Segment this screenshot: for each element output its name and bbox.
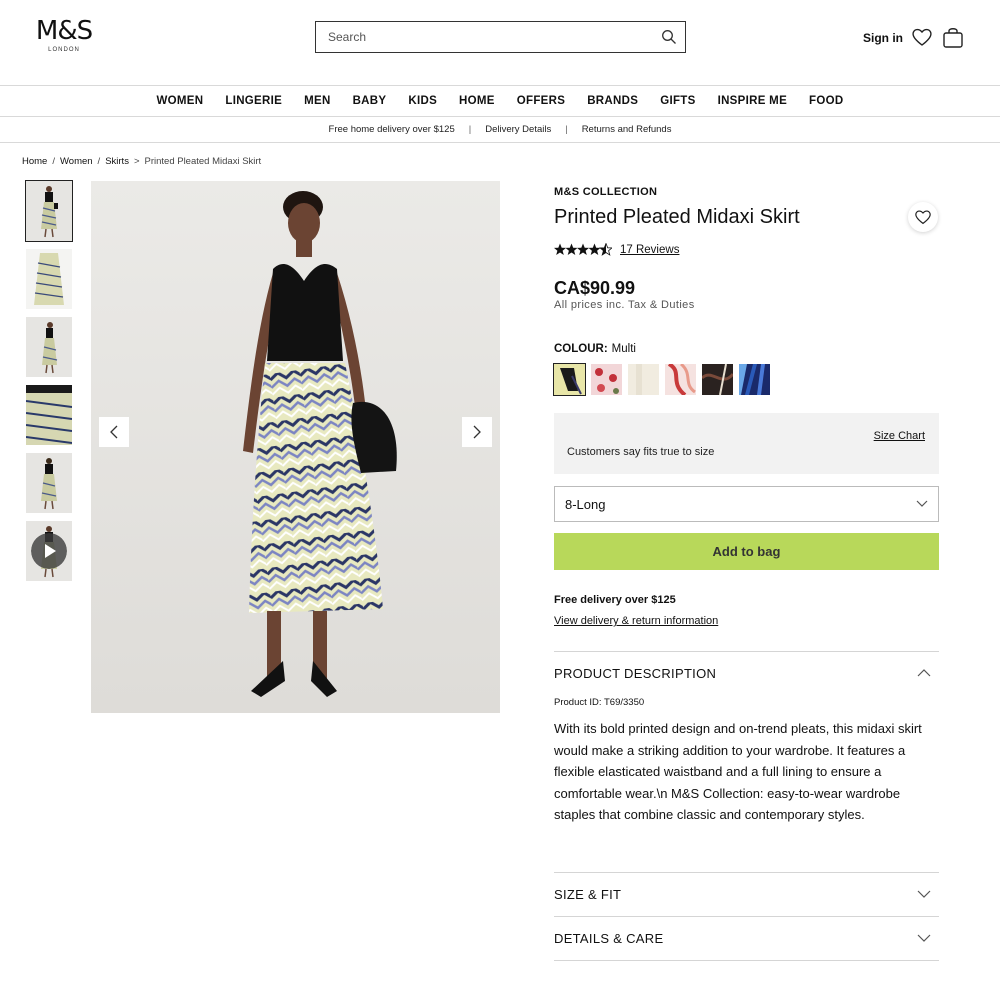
fit-text: Customers say fits true to size [567,446,715,458]
accordion-title-description: PRODUCT DESCRIPTION [554,666,717,681]
breadcrumb-separator: / [97,156,101,167]
colour-value: Multi [611,343,636,355]
colour-label: COLOUR: Multi [554,343,636,355]
free-delivery-text: Free delivery over $125 [554,594,676,606]
nav-gifts[interactable]: GIFTS [660,95,695,107]
nav-lingerie[interactable]: LINGERIE [225,95,282,107]
view-delivery-link[interactable]: View delivery & return information [554,615,718,627]
chevron-up-icon [917,669,931,677]
product-photo [91,181,500,713]
promo-free-delivery: Free home delivery over $125 [328,124,455,135]
search-input[interactable] [328,30,648,44]
nav-baby[interactable]: BABY [353,95,387,107]
logo-subtext: LONDON [48,47,80,53]
size-select-value: 8-Long [565,497,606,512]
main-product-image[interactable] [91,181,500,713]
chevron-down-icon [917,890,931,898]
colour-label-title: COLOUR: [554,343,608,355]
product-price: CA$90.99 [554,278,636,298]
promo-separator: | [565,124,568,135]
breadcrumb-skirts[interactable]: Skirts [105,156,129,167]
main-nav: WOMEN LINGERIE MEN BABY KIDS HOME OFFERS… [0,86,1000,117]
reviews-link[interactable]: 17 Reviews [620,244,679,256]
promo-bar: Free home delivery over $125 | Delivery … [0,117,1000,143]
accordion-header-description[interactable]: PRODUCT DESCRIPTION [554,652,939,695]
accordion-title-details-care: DETAILS & CARE [554,931,664,946]
product-brand[interactable]: M&S COLLECTION [554,186,657,198]
swatch-black-brown[interactable] [702,364,733,395]
nav-home[interactable]: HOME [459,95,495,107]
promo-returns[interactable]: Returns and Refunds [582,124,672,135]
thumbnail-5[interactable] [26,453,72,513]
add-to-bag-button[interactable]: Add to bag [554,533,939,570]
accordion-product-description: PRODUCT DESCRIPTION [554,651,939,695]
accordion-divider [554,960,939,961]
swatch-pink-swirl[interactable] [665,364,696,395]
product-description-text: With its bold printed design and on-tren… [554,721,922,823]
nav-women[interactable]: WOMEN [157,95,204,107]
search-box[interactable] [315,21,686,53]
breadcrumb: Home / Women / Skirts > Printed Pleated Midaxi… [22,156,261,167]
price-note: All prices inc. Tax & Duties [554,299,695,311]
nav-offers[interactable]: OFFERS [517,95,565,107]
swatch-cream[interactable] [628,364,659,395]
accordion-title-size-fit: SIZE & FIT [554,887,622,902]
breadcrumb-home[interactable]: Home [22,156,47,167]
ms-logo[interactable]: M&S LONDON [32,16,96,54]
site-header: M&S LONDON Sign in [0,0,1000,86]
size-select[interactable]: 8-Long [554,486,939,522]
heart-icon [915,210,931,225]
thumbnail-2[interactable] [26,249,72,309]
chevron-down-icon [916,500,928,507]
play-icon[interactable] [31,533,67,569]
accordion-details-care: DETAILS & CARE [554,916,939,960]
accordion-header-size-fit[interactable]: SIZE & FIT [554,873,939,916]
thumbnail-skirt-image [26,249,72,309]
chevron-right-icon [473,425,481,439]
thumbnail-strip [25,180,73,589]
thumbnail-closeup-image [26,385,72,445]
breadcrumb-women[interactable]: Women [60,156,93,167]
swatch-multi[interactable] [553,363,586,396]
nav-food[interactable]: FOOD [809,95,843,107]
thumbnail-4[interactable] [26,385,72,445]
thumbnail-model-back-image [26,453,72,513]
logo-text: M&S [35,16,93,46]
accordion-size-fit: SIZE & FIT [554,872,939,916]
product-id: Product ID: T69/3350 [554,697,645,708]
size-chart-link[interactable]: Size Chart [874,430,925,442]
sign-in-link[interactable]: Sign in [863,31,903,45]
add-to-wishlist-button[interactable] [908,202,938,232]
thumbnail-video[interactable] [26,521,72,581]
star-rating [554,243,612,256]
nav-men[interactable]: MEN [304,95,330,107]
thumbnail-1[interactable] [25,180,73,242]
breadcrumb-separator: > [133,156,140,167]
breadcrumb-separator: / [52,156,55,167]
thumbnail-3[interactable] [26,317,72,377]
shopping-bag-icon[interactable] [942,25,964,49]
product-title: Printed Pleated Midaxi Skirt [554,206,800,228]
thumbnail-model-image [26,181,72,241]
fit-info-box: Size Chart Customers say fits true to si… [554,413,939,474]
nav-kids[interactable]: KIDS [408,95,437,107]
swatch-floral-pink[interactable] [591,364,622,395]
search-icon[interactable] [661,29,677,45]
promo-separator: | [468,124,472,135]
next-image-button[interactable] [462,417,492,447]
promo-delivery-details[interactable]: Delivery Details [485,124,551,135]
wishlist-heart-icon[interactable] [911,27,933,47]
star-icon [554,243,601,255]
colour-swatches [553,363,770,396]
previous-image-button[interactable] [99,417,129,447]
nav-brands[interactable]: BRANDS [587,95,638,107]
thumbnail-model-side-image [26,317,72,377]
chevron-down-icon [917,934,931,942]
breadcrumb-current: Printed Pleated Midaxi Skirt [144,156,262,167]
swatch-blue[interactable] [739,364,770,395]
chevron-left-icon [110,425,118,439]
accordion-header-details-care[interactable]: DETAILS & CARE [554,917,939,960]
nav-inspire-me[interactable]: INSPIRE ME [718,95,787,107]
